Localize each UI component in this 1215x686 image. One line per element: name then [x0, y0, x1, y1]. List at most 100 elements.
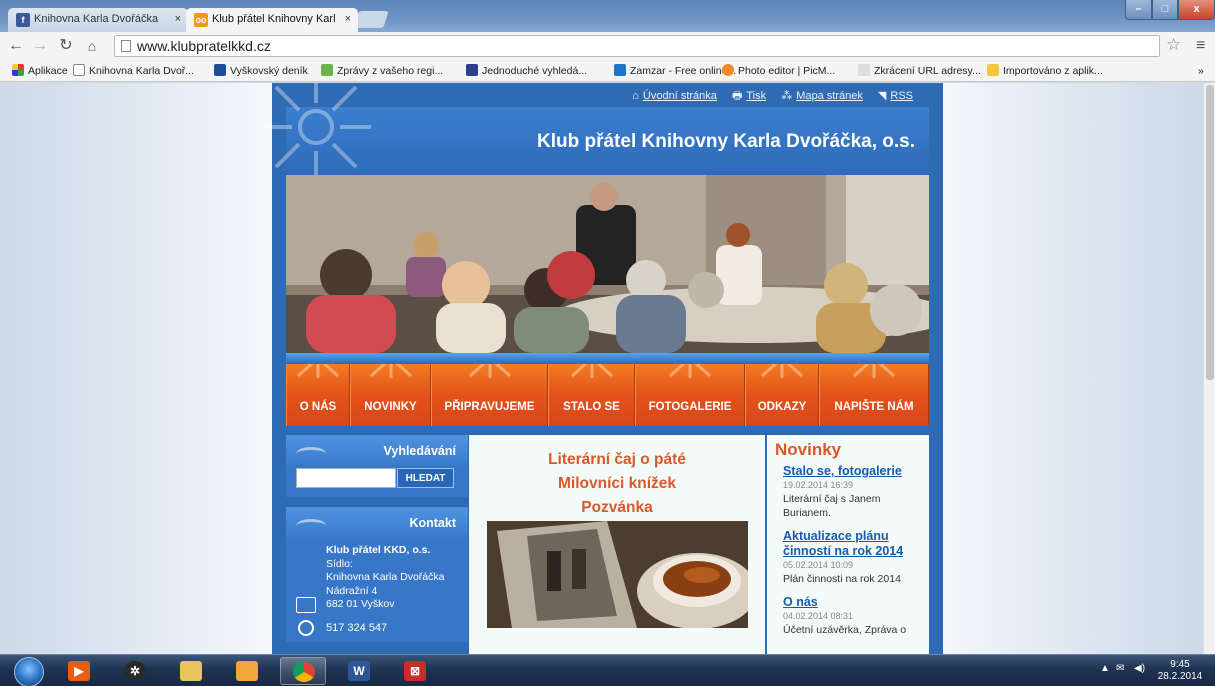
site-header: Klub přátel Knihovny Karla Dvořáčka, o.s… — [261, 83, 929, 182]
tab-close-icon[interactable]: × — [175, 8, 181, 30]
search-button[interactable]: HLEDAT — [397, 468, 454, 488]
taskbar-pdf[interactable]: ⊠ — [392, 657, 438, 685]
volume-icon[interactable]: ◀) — [1134, 663, 1145, 674]
vertical-scrollbar[interactable] — [1203, 83, 1215, 654]
nav-o-nas[interactable]: O NÁS — [286, 364, 350, 426]
nav-fotogalerie[interactable]: FOTOGALERIE — [635, 364, 745, 426]
tab-klub[interactable]: oo Klub přátel Knihovny Karl × — [186, 8, 358, 32]
bookmark-item[interactable]: Zamzar - Free online... — [614, 63, 736, 79]
sitemap-icon: ⁂ — [781, 90, 793, 102]
photo-viewer-icon — [236, 661, 258, 681]
system-clock[interactable]: 9:45 28.2.2014 — [1156, 659, 1204, 683]
search-input[interactable] — [296, 468, 396, 488]
tab-label: Knihovna Karla Dvořáčka — [34, 13, 159, 25]
article-title-line: Milovníci knížek — [557, 475, 676, 492]
sun-ray-icon — [296, 364, 340, 378]
news-sidebar: Novinky Stalo se, fotogalerie 19.02.2014… — [767, 435, 929, 654]
reload-icon[interactable]: ↻ — [58, 37, 74, 55]
new-tab-button[interactable] — [353, 11, 389, 28]
pdf-icon: ⊠ — [404, 661, 426, 681]
nav-napiste-nam[interactable]: NAPIŠTE NÁM — [819, 364, 929, 426]
main-nav: O NÁS NOVINKY PŘIPRAVUJEME STALO SE FOTO… — [286, 364, 929, 426]
top-links: ⌂ Úvodní stránka 🖶 Tisk ⁂ Mapa stránek ◥ RSS — [620, 87, 913, 106]
news-text: Plán činnosti na rok 2014 — [783, 573, 901, 585]
maximize-button[interactable]: □ — [1152, 0, 1178, 20]
bookmark-item[interactable]: Aplikace — [12, 63, 68, 79]
bookmark-item[interactable]: Vyškovský deník — [214, 63, 308, 79]
sun-ray-icon — [570, 364, 613, 378]
vyskovsky-denik-icon — [214, 64, 226, 76]
page-icon — [121, 40, 131, 52]
bookmarks-bar: Aplikace Knihovna Karla Dvoř... Vyškovsk… — [0, 60, 1215, 82]
nav-odkazy[interactable]: ODKAZY — [745, 364, 819, 426]
left-sidebar: Vyhledávání HLEDAT Kontakt Klub přátel K… — [286, 435, 468, 654]
sun-ray-icon — [468, 364, 511, 378]
link-sitemap[interactable]: Mapa stránek — [796, 90, 863, 102]
club-meeting-photo — [286, 175, 929, 353]
news-link[interactable]: O nás — [783, 595, 921, 610]
bookmark-item[interactable]: Knihovna Karla Dvoř... — [73, 63, 194, 79]
clock-time: 9:45 — [1170, 659, 1190, 670]
news-item: Aktualizace plánu činností na rok 2014 0… — [783, 529, 921, 586]
start-button[interactable] — [14, 657, 44, 686]
link-rss[interactable]: RSS — [890, 90, 913, 102]
nav-novinky[interactable]: NOVINKY — [350, 364, 431, 426]
bookmark-item[interactable]: Importováno z aplik... — [987, 63, 1103, 79]
news-link[interactable]: Stalo se, fotogalerie — [783, 464, 921, 479]
link-home[interactable]: Úvodní stránka — [643, 90, 717, 102]
link-print[interactable]: Tisk — [746, 90, 766, 102]
word-icon: W — [348, 661, 370, 681]
address-line: Nádražní 4 — [326, 584, 378, 597]
arc-decoration-icon — [296, 447, 326, 461]
tab-knihovna[interactable]: f Knihovna Karla Dvořáčka × — [8, 8, 188, 32]
taskbar-photo-viewer[interactable] — [224, 657, 270, 685]
news-link[interactable]: Aktualizace plánu činností na rok 2014 — [783, 529, 921, 559]
contact-seat-label: Sídlo: — [326, 557, 353, 570]
taskbar-settings[interactable]: ✲ — [112, 657, 158, 685]
taskbar-chrome[interactable] — [280, 657, 326, 685]
address-bar[interactable]: www.klubpratelkkd.cz — [114, 35, 1160, 57]
action-center-icon[interactable]: ✉ — [1116, 663, 1124, 674]
scrollbar-thumb[interactable] — [1206, 85, 1214, 380]
home-icon[interactable]: ⌂ — [84, 37, 100, 55]
rss-icon: ◥ — [877, 90, 887, 102]
folder-icon — [987, 64, 999, 76]
taskbar-media-player[interactable]: ▶ — [56, 657, 102, 685]
bookmark-item[interactable]: Photo editor | PicM... — [722, 63, 835, 79]
tray-expand-icon[interactable]: ▲ — [1100, 663, 1110, 674]
back-arrow-icon[interactable]: ← — [8, 37, 24, 55]
settings-icon: ✲ — [124, 661, 146, 681]
browser-toolbar: ← → ↻ ⌂ www.klubpratelkkd.cz ☆ ≡ — [0, 32, 1215, 60]
news-icon — [321, 64, 333, 76]
forward-arrow-icon[interactable]: → — [32, 37, 48, 55]
bookmark-star-icon[interactable]: ☆ — [1166, 36, 1181, 54]
print-icon: 🖶 — [731, 90, 743, 102]
taskbar-file-explorer[interactable] — [168, 657, 214, 685]
zamzar-icon — [614, 64, 626, 76]
news-text: Literární čaj s Janem Burianem. — [783, 493, 881, 519]
close-window-button[interactable]: x — [1178, 0, 1215, 20]
chrome-icon — [293, 662, 315, 682]
search-site-icon — [466, 64, 478, 76]
bookmark-item[interactable]: Jednoduché vyhledá... — [466, 63, 587, 79]
sun-ray-icon — [760, 364, 804, 378]
article-title-line: Literární čaj o páté — [548, 451, 686, 468]
taskbar-word[interactable]: W — [336, 657, 382, 685]
site-container: ⌂ Úvodní stránka 🖶 Tisk ⁂ Mapa stránek ◥ RSS… — [261, 83, 943, 654]
bookmark-item[interactable]: Zprávy z vašeho regi... — [321, 63, 443, 79]
header-photo — [286, 175, 929, 353]
news-date: 04.02.2014 08:31 — [783, 611, 854, 621]
tab-close-icon[interactable]: × — [345, 8, 351, 30]
nav-pripravujeme[interactable]: PŘIPRAVUJEME — [431, 364, 548, 426]
nav-stalo-se[interactable]: STALO SE — [548, 364, 635, 426]
article-image — [487, 521, 748, 628]
news-date: 19.02.2014 16:39 — [783, 480, 854, 490]
menu-icon[interactable]: ≡ — [1196, 37, 1205, 55]
address-line: 682 01 Vyškov — [326, 598, 395, 610]
bookmark-item[interactable]: Zkrácení URL adresy... — [858, 63, 981, 79]
more-bookmarks-button[interactable]: » — [1198, 63, 1204, 79]
windows-taskbar: ▶ ✲ W ⊠ ▲ ✉ ◀) 9:45 28.2.2014 — [0, 654, 1215, 686]
minimize-button[interactable]: – — [1125, 0, 1152, 20]
clock-date: 28.2.2014 — [1157, 671, 1203, 682]
contact-phone: 517 324 547 — [326, 621, 388, 634]
